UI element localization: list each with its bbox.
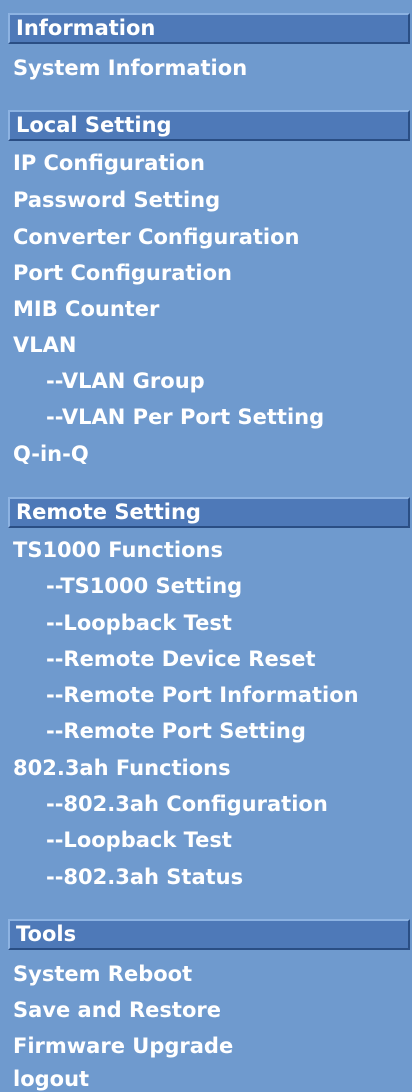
menu-item-loopback-test[interactable]: --Loopback Test (46, 610, 232, 636)
menu-item-port-configuration[interactable]: Port Configuration (13, 260, 232, 286)
menu-item-mib-counter[interactable]: MIB Counter (13, 296, 159, 322)
menu-item-converter-configuration[interactable]: Converter Configuration (13, 224, 300, 250)
section-header-local-setting: Local Setting (8, 110, 410, 141)
section-header-tools: Tools (8, 919, 410, 950)
menu-item-ts1000-setting[interactable]: --TS1000 Setting (46, 573, 242, 599)
menu-item-remote-port-setting[interactable]: --Remote Port Setting (46, 718, 306, 744)
menu-item-save-and-restore[interactable]: Save and Restore (13, 997, 221, 1023)
menu-item-vlan-per-port-setting[interactable]: --VLAN Per Port Setting (46, 404, 324, 430)
menu-item-logout[interactable]: logout (13, 1066, 89, 1092)
menu-item-vlan[interactable]: VLAN (13, 332, 76, 358)
menu-item-ip-configuration[interactable]: IP Configuration (13, 150, 205, 176)
menu-item-ts1000-functions[interactable]: TS1000 Functions (13, 537, 223, 563)
menu-item-remote-device-reset[interactable]: --Remote Device Reset (46, 646, 316, 672)
menu-item-remote-port-information[interactable]: --Remote Port Information (46, 682, 359, 708)
menu-item-password-setting[interactable]: Password Setting (13, 187, 220, 213)
menu-item-system-reboot[interactable]: System Reboot (13, 961, 192, 987)
menu-item-q-in-q[interactable]: Q-in-Q (13, 441, 89, 467)
menu-item-system-information[interactable]: System Information (13, 55, 247, 81)
menu-item-802-3ah-functions[interactable]: 802.3ah Functions (13, 755, 231, 781)
section-header-information: Information (8, 13, 410, 44)
section-header-remote-setting: Remote Setting (8, 497, 410, 528)
menu-item-vlan-group[interactable]: --VLAN Group (46, 368, 205, 394)
menu-item-802-3ah-configuration[interactable]: --802.3ah Configuration (46, 791, 328, 817)
menu-item-802-3ah-status[interactable]: --802.3ah Status (46, 864, 243, 890)
menu-item-firmware-upgrade[interactable]: Firmware Upgrade (13, 1033, 233, 1059)
navigation-menu: Information System Information Local Set… (0, 0, 412, 1092)
menu-item-802-3ah-loopback-test[interactable]: --Loopback Test (46, 827, 232, 853)
